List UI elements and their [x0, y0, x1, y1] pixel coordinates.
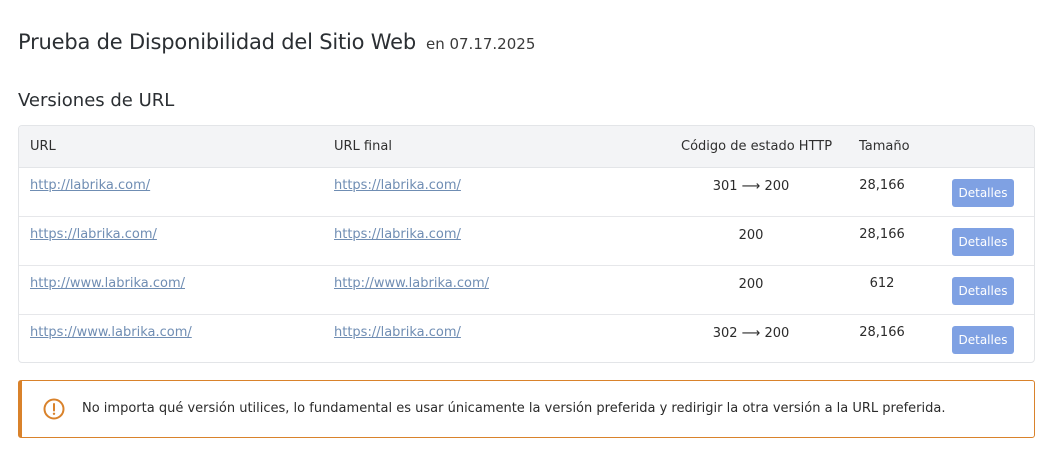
warning-notice: No importa qué versión utilices, lo fund…	[18, 380, 1035, 438]
final-url-link[interactable]: https://labrika.com/	[334, 178, 461, 193]
final-url-link[interactable]: https://labrika.com/	[334, 227, 461, 242]
final-url-link[interactable]: https://labrika.com/	[334, 325, 461, 340]
table-row: https://labrika.com/ https://labrika.com…	[19, 217, 1034, 266]
column-header-status: Código de estado HTTP	[681, 139, 833, 154]
url-link[interactable]: https://labrika.com/	[30, 227, 157, 242]
section-title: Versiones de URL	[18, 90, 175, 111]
final-url-link[interactable]: http://www.labrika.com/	[334, 276, 489, 291]
column-header-size: Tamaño	[859, 139, 910, 154]
page-size: 28,166	[859, 178, 905, 193]
page-date: en 07.17.2025	[425, 35, 536, 53]
status-code: 200	[738, 228, 764, 243]
url-link[interactable]: https://www.labrika.com/	[30, 325, 192, 340]
page-size: 28,166	[859, 325, 905, 340]
url-versions-table: URL URL final Código de estado HTTP Tama…	[18, 125, 1035, 363]
page-title: Prueba de Disponibilidad del Sitio Web	[18, 30, 416, 54]
details-button[interactable]: Detalles	[952, 277, 1014, 305]
table-header: URL URL final Código de estado HTTP Tama…	[19, 126, 1034, 168]
url-link[interactable]: http://www.labrika.com/	[30, 276, 185, 291]
details-button[interactable]: Detalles	[952, 228, 1014, 256]
table-row: http://labrika.com/ https://labrika.com/…	[19, 168, 1034, 217]
column-header-final-url: URL final	[334, 139, 392, 154]
details-button[interactable]: Detalles	[952, 326, 1014, 354]
page-header: Prueba de Disponibilidad del Sitio Web e…	[18, 30, 535, 54]
details-button[interactable]: Detalles	[952, 179, 1014, 207]
status-code: 302 ⟶ 200	[712, 326, 790, 341]
page-size: 612	[869, 276, 895, 291]
status-code: 200	[738, 277, 764, 292]
page-size: 28,166	[859, 227, 905, 242]
notice-text: No importa qué versión utilices, lo fund…	[82, 401, 946, 416]
exclamation-circle-icon	[43, 398, 65, 420]
column-header-url: URL	[30, 139, 56, 154]
table-row: http://www.labrika.com/ http://www.labri…	[19, 266, 1034, 315]
url-link[interactable]: http://labrika.com/	[30, 178, 150, 193]
table-row: https://www.labrika.com/ https://labrika…	[19, 315, 1034, 362]
status-code: 301 ⟶ 200	[712, 179, 790, 194]
